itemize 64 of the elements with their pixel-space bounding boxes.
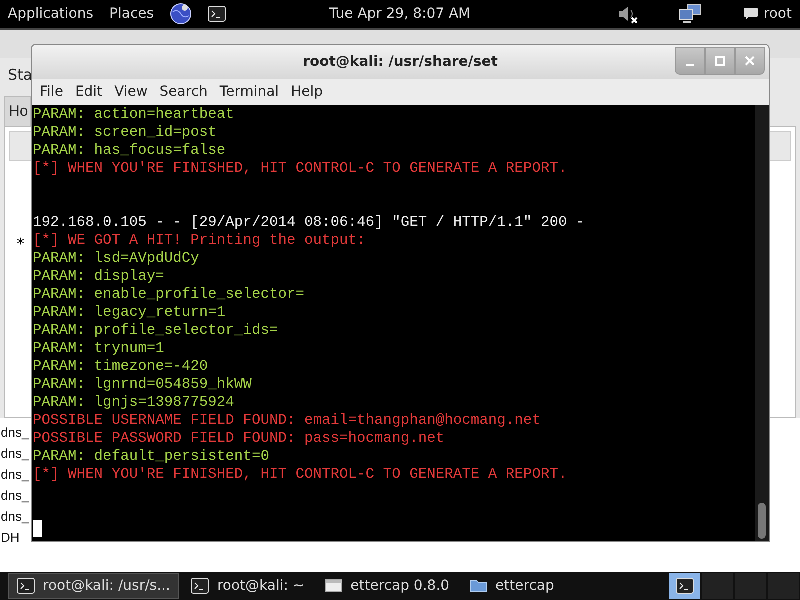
log-entry: dns_	[0, 508, 30, 526]
workspace-switcher[interactable]	[701, 572, 734, 600]
clock[interactable]: Tue Apr 29, 8:07 AM	[329, 6, 471, 22]
taskbar-button[interactable]: root@kali: ~	[183, 573, 313, 599]
terminal-line: PARAM: profile_selector_ids=	[33, 322, 280, 340]
terminal-line: PARAM: action=heartbeat	[33, 106, 236, 124]
panel-menu[interactable]: Places	[110, 6, 154, 22]
chat-bubble-icon	[742, 7, 759, 21]
row-marker: *	[17, 235, 24, 253]
menu-item[interactable]: Search	[154, 84, 214, 100]
text-cursor	[33, 520, 42, 537]
taskbar-button[interactable]: ettercap 0.8.0	[316, 573, 458, 599]
panel-menu[interactable]: Applications	[8, 6, 94, 22]
terminal-icon	[676, 578, 694, 594]
terminal-line: POSSIBLE USERNAME FIELD FOUND: email=thangphan@hocmang.net	[33, 412, 542, 430]
taskbar-button[interactable]: ettercap	[462, 573, 562, 599]
maximize-icon	[712, 53, 728, 69]
scroll-thumb[interactable]	[758, 503, 766, 539]
tab[interactable]: Ho	[4, 96, 32, 126]
terminal-line: [*] WHEN YOU'RE FINISHED, HIT CONTROL-C TO GENERATE A REPORT.	[33, 466, 568, 484]
workspace-switcher[interactable]	[734, 572, 767, 600]
log-entry: dns_	[0, 445, 30, 463]
terminal-line: PARAM: lgnrnd=054859_hkWW	[33, 376, 253, 394]
window-icon	[324, 578, 343, 594]
menu-item[interactable]: Help	[285, 84, 329, 100]
terminal-line: POSSIBLE PASSWORD FIELD FOUND: pass=hocmang.net	[33, 430, 446, 448]
user-menu[interactable]: root	[764, 6, 792, 22]
menu-item[interactable]: Sta	[8, 66, 33, 84]
terminal-line: PARAM: timezone=-420	[33, 358, 210, 376]
log-entry: dns_	[0, 424, 30, 442]
menu-item[interactable]: View	[108, 84, 154, 100]
menu-item[interactable]: File	[34, 84, 70, 100]
muted-speaker-icon[interactable]	[616, 4, 639, 24]
taskbar-button[interactable]: root@kali: /usr/s...	[8, 573, 180, 599]
minimize-icon	[686, 64, 694, 66]
globe-icon[interactable]	[170, 3, 192, 25]
terminal-icon	[17, 578, 35, 594]
terminal-line: PARAM: display=	[33, 268, 166, 286]
menu-item[interactable]: Edit	[69, 84, 109, 100]
log-entry: dns_	[0, 487, 30, 505]
terminal-line: PARAM: enable_profile_selector=	[33, 286, 306, 304]
scrollbar[interactable]	[755, 105, 769, 541]
workspace-switcher[interactable]	[668, 572, 701, 600]
close-button[interactable]	[735, 47, 765, 75]
terminal-line: PARAM: screen_id=post	[33, 124, 218, 142]
terminal-line: PARAM: lgnjs=1398775924	[33, 394, 236, 412]
terminal-line: [*] WE GOT A HIT! Printing the output:	[33, 232, 367, 250]
log-entry: DH	[0, 529, 20, 547]
menu-item[interactable]: Terminal	[214, 84, 286, 100]
window-title: root@kali: /usr/share/set	[303, 54, 498, 70]
terminal-line: [*] WHEN YOU'RE FINISHED, HIT CONTROL-C TO GENERATE A REPORT.	[33, 160, 568, 178]
terminal-line: PARAM: has_focus=false	[33, 142, 227, 160]
log-entry: dns_	[0, 466, 30, 484]
maximize-button[interactable]	[705, 47, 735, 75]
terminal-line: PARAM: legacy_return=1	[33, 304, 227, 322]
terminal-line: PARAM: trynum=1	[33, 340, 166, 358]
terminal-icon	[191, 578, 210, 594]
terminal-icon[interactable]	[208, 6, 226, 22]
terminal-line: 192.168.0.105 - - [29/Apr/2014 08:06:46] "GET / HTTP/1.1" 200 -	[33, 214, 586, 232]
terminal-line: PARAM: default_persistent=0	[33, 448, 270, 466]
terminal-line: PARAM: lsd=AVpdUdCy	[33, 250, 200, 268]
network-icon[interactable]	[678, 4, 703, 24]
folder-icon	[470, 578, 488, 594]
workspace-switcher[interactable]	[767, 572, 800, 600]
